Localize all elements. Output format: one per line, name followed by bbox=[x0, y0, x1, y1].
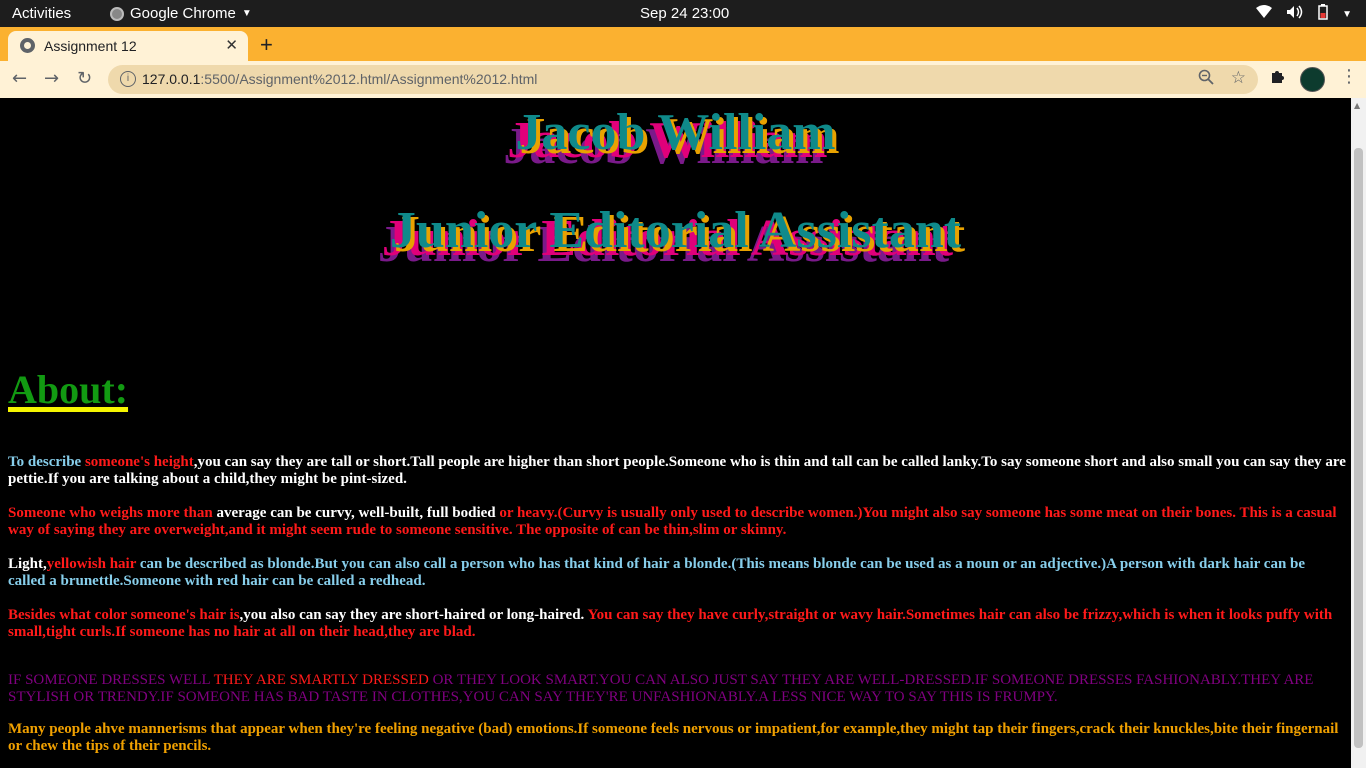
system-tray[interactable]: ▼ bbox=[1256, 4, 1352, 24]
paragraph-clothes: IF SOMEONE DRESSES WELL THEY ARE SMARTLY… bbox=[8, 672, 1346, 706]
p3-highlight: yellowish hair bbox=[46, 556, 137, 572]
profile-avatar[interactable] bbox=[1300, 67, 1325, 92]
p2-highlight: average can be curvy, well-built, full b… bbox=[216, 505, 496, 521]
reload-icon[interactable]: ↻ bbox=[77, 68, 92, 89]
zoom-icon[interactable] bbox=[1198, 69, 1214, 89]
scrollbar-thumb[interactable] bbox=[1354, 148, 1363, 748]
p1-highlight: someone's height bbox=[84, 454, 194, 470]
address-bar[interactable]: i 127.0.0.1:5500/Assignment%2012.html/As… bbox=[108, 65, 1258, 94]
p3-text-c: can be described as blonde.But you can a… bbox=[8, 556, 1306, 589]
wifi-icon bbox=[1256, 5, 1273, 23]
extensions-icon[interactable] bbox=[1270, 68, 1286, 89]
new-tab-button[interactable]: + bbox=[260, 32, 273, 58]
system-top-bar: Activities Google Chrome ▼ Sep 24 23:00 … bbox=[0, 0, 1366, 27]
p3-text-a: Light, bbox=[8, 556, 47, 572]
p5-text-a: IF SOMEONE DRESSES WELL bbox=[8, 672, 214, 688]
clock[interactable]: Sep 24 23:00 bbox=[640, 5, 729, 22]
power-caret-icon: ▼ bbox=[1342, 8, 1352, 20]
scroll-up-icon[interactable]: ▲ bbox=[1354, 101, 1360, 110]
p1-text-c: ,you can say they are tall or short.Tall… bbox=[8, 454, 1346, 487]
page-content: Jacob William Junior Editorial Assistant… bbox=[0, 98, 1351, 768]
volume-icon bbox=[1286, 5, 1304, 23]
close-icon[interactable]: ✕ bbox=[225, 36, 238, 54]
tab-assignment-12[interactable]: Assignment 12 ✕ bbox=[8, 31, 248, 61]
url-text[interactable]: 127.0.0.1:5500/Assignment%2012.html/Assi… bbox=[142, 71, 537, 87]
back-arrow-icon[interactable]: ← bbox=[12, 68, 27, 89]
tab-title: Assignment 12 bbox=[44, 38, 137, 54]
globe-favicon-icon bbox=[20, 38, 35, 53]
name-heading: Jacob William bbox=[515, 104, 836, 161]
info-icon[interactable]: i bbox=[120, 71, 136, 87]
forward-arrow-icon[interactable]: → bbox=[44, 68, 59, 89]
paragraph-weight: Someone who weighs more than average can… bbox=[8, 505, 1346, 539]
url-host: 127.0.0.1 bbox=[142, 71, 201, 87]
caret-down-icon: ▼ bbox=[241, 8, 252, 19]
p4-highlight: ,you also can say they are short-haired … bbox=[239, 607, 585, 623]
activities-button[interactable]: Activities bbox=[12, 5, 71, 22]
p1-text-a: To describe bbox=[8, 454, 85, 470]
about-heading: About: bbox=[8, 367, 129, 412]
p2-text-a: Someone who weighs more than bbox=[8, 505, 217, 521]
browser-toolbar: ← → ↻ i 127.0.0.1:5500/Assignment%2012.h… bbox=[0, 61, 1366, 99]
paragraph-height: To describe someone's height,you can say… bbox=[8, 454, 1346, 488]
app-menu[interactable]: Google Chrome ▼ bbox=[110, 5, 252, 22]
paragraph-hair-style: Besides what color someone's hair is,you… bbox=[8, 607, 1346, 641]
kebab-menu-icon[interactable]: ⋮ bbox=[1340, 66, 1358, 87]
role-heading: Junior Editorial Assistant bbox=[389, 202, 962, 259]
p4-text-a: Besides what color someone's hair is bbox=[8, 607, 240, 623]
p5-highlight: THEY ARE SMARTLY DRESSED bbox=[213, 672, 429, 688]
chrome-icon bbox=[110, 6, 124, 21]
paragraph-mannerisms: Many people ahve mannerisms that appear … bbox=[8, 721, 1339, 754]
url-path: :5500/Assignment%2012.html/Assignment%20… bbox=[200, 71, 538, 87]
app-name: Google Chrome bbox=[130, 5, 236, 22]
battery-icon bbox=[1318, 4, 1328, 24]
star-icon[interactable]: ☆ bbox=[1231, 68, 1246, 88]
paragraph-hair-color: Light,yellowish hair can be described as… bbox=[8, 556, 1346, 590]
page-scrollbar[interactable]: ▲ bbox=[1351, 98, 1366, 768]
tab-strip: Assignment 12 ✕ bbox=[0, 27, 1366, 61]
